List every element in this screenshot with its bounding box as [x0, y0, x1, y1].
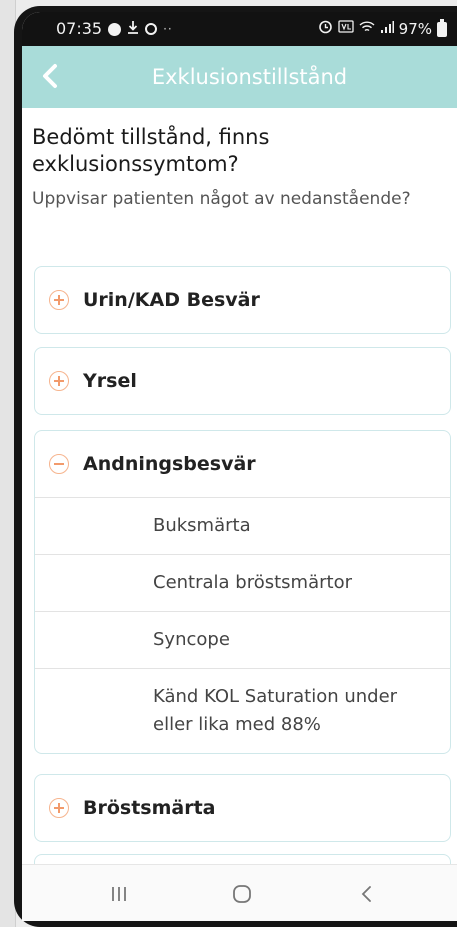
list-item[interactable]: Känd KOL Saturation under eller lika med… — [35, 668, 450, 753]
app-header: Exklusionstillstånd — [22, 46, 457, 108]
status-time: 07:35 — [56, 19, 103, 38]
home-icon — [233, 885, 251, 903]
minus-circle-icon — [49, 454, 69, 474]
more-icon: ·· — [163, 22, 173, 36]
accordion-item-yrsel[interactable]: Yrsel — [34, 347, 451, 415]
accordion-item-brostsmarta[interactable]: Bröstsmärta — [34, 774, 451, 842]
system-nav-bar — [22, 864, 457, 921]
accordion-header-yrsel[interactable]: Yrsel — [35, 348, 450, 414]
download-icon — [127, 19, 139, 39]
location-icon — [145, 23, 158, 35]
battery-icon — [437, 18, 447, 37]
accordion-label: Urin/KAD Besvär — [83, 289, 260, 311]
accordion-header-andningsbesvar[interactable]: Andningsbesvär — [35, 431, 450, 497]
list-item[interactable]: Syncope — [35, 611, 450, 668]
battery-percent: 97% — [398, 20, 432, 38]
volte-icon — [338, 19, 354, 39]
accordion-item-urin[interactable]: Urin/KAD Besvär — [34, 266, 451, 334]
list-item[interactable]: Centrala bröstsmärtor — [35, 554, 450, 611]
home-button[interactable] — [227, 881, 257, 907]
back-icon — [361, 886, 371, 902]
recents-button[interactable] — [104, 881, 134, 907]
page-title: Exklusionstillstånd — [151, 65, 348, 89]
plus-circle-icon — [49, 290, 69, 310]
accordion-item-andningsbesvar[interactable]: Andningsbesvär Buksmärta Centrala brösts… — [34, 430, 451, 754]
signal-icon — [380, 19, 394, 39]
accordion-label: Andningsbesvär — [83, 453, 256, 475]
phone-screen: 07:35 ·· 97% Exklusionstillstånd Bedömt … — [22, 12, 457, 921]
accordion-header-urin[interactable]: Urin/KAD Besvär — [35, 267, 450, 333]
system-back-button[interactable] — [352, 881, 382, 907]
accordion-label: Yrsel — [83, 370, 137, 392]
status-right: 97% — [318, 18, 447, 39]
question-title: Bedömt tillstånd, finns exklusionssymtom… — [32, 125, 270, 176]
plus-circle-icon — [49, 371, 69, 391]
list-item[interactable]: Buksmärta — [35, 497, 450, 554]
recents-icon — [112, 887, 126, 901]
message-icon — [108, 22, 122, 36]
plus-circle-icon — [49, 798, 69, 818]
wifi-icon — [359, 19, 375, 39]
alarm-icon — [318, 19, 333, 39]
status-bar: 07:35 ·· 97% — [22, 12, 457, 46]
accordion-header-brostsmarta[interactable]: Bröstsmärta — [35, 775, 450, 841]
accordion-label: Bröstsmärta — [83, 797, 216, 819]
question-subtitle: Uppvisar patienten något av nedanstående… — [32, 189, 411, 209]
status-left: 07:35 ·· — [56, 19, 173, 39]
